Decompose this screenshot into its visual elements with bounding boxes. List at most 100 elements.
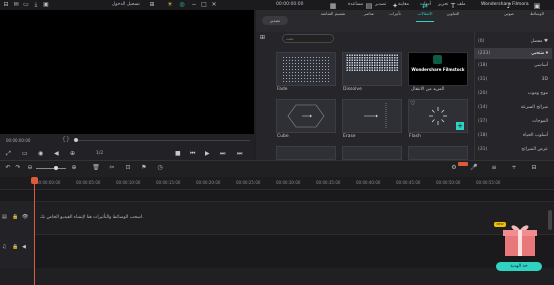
scrubber-handle[interactable] (74, 138, 78, 142)
preview-time: 00:00:00:00 (6, 138, 31, 143)
mail-icon[interactable]: ✉ (12, 1, 20, 9)
add-track-icon[interactable]: + (510, 164, 518, 172)
tick-label: 00:00:55:00 (476, 180, 501, 185)
thumb-label-cube: Cube (277, 134, 289, 139)
tab-audio[interactable]: ♪ صوتي (494, 1, 524, 21)
thumb-label-erase: Erase (343, 134, 356, 139)
thumb-label-dissolve: Dissolve (343, 87, 362, 92)
lock-icon[interactable]: 🔒 (12, 244, 18, 250)
video-preview[interactable] (0, 10, 254, 134)
minimize-icon[interactable]: − (190, 1, 198, 9)
speed-icon[interactable]: ◷ (156, 164, 164, 172)
mixer-icon[interactable]: ≡ (490, 164, 498, 172)
dissolve-preview (346, 54, 398, 72)
zoom-out-icon[interactable]: ⊖ (26, 164, 34, 172)
app-menu-icon[interactable]: ⊟ (2, 1, 10, 9)
gift-new-badge: NEW (494, 222, 506, 227)
step-forward-icon[interactable]: ⏭ (220, 150, 225, 158)
monitor-icon[interactable]: ▣ (42, 1, 50, 9)
export-button[interactable]: تصدير (262, 16, 288, 25)
audio-track-header (0, 234, 34, 268)
fullscreen-icon[interactable]: ⤢ (6, 150, 11, 158)
preview-scrubber[interactable] (74, 140, 250, 141)
zoom-slider[interactable] (36, 168, 66, 169)
tab-transitions[interactable]: ⇄ الانتقالات (410, 1, 440, 22)
thumb-row4-1[interactable] (276, 146, 336, 160)
zoom-in-icon[interactable]: ⊕ (70, 164, 78, 172)
page-indicator: 1/2 (96, 151, 104, 156)
volume-icon[interactable]: ◀ (54, 150, 59, 157)
fade-preview (282, 56, 330, 82)
audio-track[interactable] (0, 234, 554, 268)
playhead-handle[interactable] (31, 177, 38, 184)
stop-icon[interactable]: ■ (175, 150, 181, 157)
tab-effects[interactable]: ✦ تأثيرات (380, 1, 410, 21)
snap-icon[interactable]: ⊟ (530, 164, 538, 172)
add-transition-icon[interactable]: + (456, 122, 464, 130)
filmstock-logo-icon (433, 55, 442, 64)
save-icon[interactable]: ⊞ (148, 1, 156, 9)
maximize-icon[interactable]: □ (200, 1, 208, 9)
visibility-icon[interactable]: 👁 (22, 214, 28, 220)
play-icon[interactable]: ▶ (205, 150, 210, 157)
download-icon[interactable]: ⤓ (32, 1, 40, 9)
inbox-icon[interactable]: ▭ (22, 1, 30, 9)
monitor-icon[interactable]: ▭ (22, 150, 28, 157)
tick-label: 00:00:20:00 (196, 180, 221, 185)
crop-icon[interactable]: ⊡ (124, 164, 132, 172)
sidebar-item-speed-slides[interactable]: (14) شرائح السرعة (474, 102, 552, 113)
audio-track-icon: ♫ (2, 244, 7, 250)
zoom-slider-handle[interactable] (54, 166, 58, 170)
snapshot-icon[interactable]: ◉ (38, 150, 43, 157)
close-icon[interactable]: ✕ (210, 1, 218, 9)
thumb-row4-3[interactable] (408, 146, 468, 160)
sidebar-item-wave[interactable]: (20) موج وموب (474, 88, 552, 99)
sidebar-item-favorites[interactable]: (0) مفضل ♥ (474, 36, 552, 47)
headset-icon[interactable]: ◎ (178, 1, 186, 9)
sidebar-item-slideshow[interactable]: (31) عرض الشرائح (474, 144, 552, 155)
redo-icon[interactable]: ↷ (14, 164, 22, 172)
favorite-heart-icon[interactable]: ♡ (410, 100, 415, 107)
voiceover-icon[interactable]: 🎤 (470, 164, 478, 172)
media-icon: ▣ (533, 2, 541, 10)
tick-label: 00:00:25:00 (236, 180, 261, 185)
transitions-icon: ⇄ (422, 2, 428, 10)
thumb-row4-2[interactable] (342, 146, 402, 160)
undo-icon[interactable]: ↶ (4, 164, 12, 172)
tab-split-screen[interactable]: ▦ تقسيم الشاشة (318, 1, 348, 21)
search-input[interactable]: بحث (282, 34, 334, 43)
tick-label: 00:00:40:00 (356, 180, 381, 185)
timeline-scrollbar[interactable] (548, 210, 552, 230)
tick-label: 00:00:10:00 (116, 180, 141, 185)
zoom-icon[interactable]: ⊕ (70, 150, 75, 157)
login-link[interactable]: تسجيل الدخول (112, 2, 140, 7)
timeline-hint: اسحب الوسائط والتأثيرات هنا لإنشاء الفيد… (40, 215, 144, 220)
thumb-label-more: المزيد من الانتقال (411, 87, 445, 92)
marker-icon[interactable]: ⚑ (140, 164, 148, 172)
lock-icon[interactable]: 🔒 (12, 214, 18, 220)
lightbulb-icon[interactable]: ☀ (166, 1, 174, 9)
erase-preview (364, 103, 387, 129)
cut-icon[interactable]: ✂ (108, 164, 116, 172)
sidebar-item-lifestyle[interactable]: (18) أسلوب الحياة (474, 130, 552, 141)
sidebar-item-selected[interactable]: (233) منتخبي ▾ (474, 48, 552, 59)
mark-out-icon[interactable]: } (66, 136, 70, 143)
mute-icon[interactable]: ◀ (22, 244, 26, 250)
split-screen-icon: ▦ (329, 2, 337, 10)
step-back-icon[interactable]: ⏮ (190, 150, 195, 158)
titles-icon: T (450, 2, 456, 10)
gift-box-icon[interactable] (500, 222, 540, 258)
sidebar-item-waves[interactable]: (37) الموجات (474, 116, 552, 127)
render-icon[interactable]: ⚙ (450, 164, 458, 172)
skip-end-icon[interactable]: ⏭ (237, 150, 242, 158)
sidebar-item-basic[interactable]: (18) أساسي (474, 60, 552, 71)
tab-media[interactable]: ▣ الوسائط (522, 1, 552, 21)
get-gift-button[interactable]: خذ الهدية (496, 262, 542, 271)
grid-view-icon[interactable]: ⊞ (260, 34, 265, 41)
sidebar-item-3d[interactable]: (31) 3D (474, 74, 552, 85)
thumb-label-fade: Fade (277, 87, 288, 92)
delete-icon[interactable]: 🗑 (92, 164, 100, 172)
tab-titles[interactable]: T العناوين (438, 1, 468, 21)
playhead[interactable] (34, 177, 35, 285)
window-timecode: 00:00:00:00 (276, 2, 304, 7)
